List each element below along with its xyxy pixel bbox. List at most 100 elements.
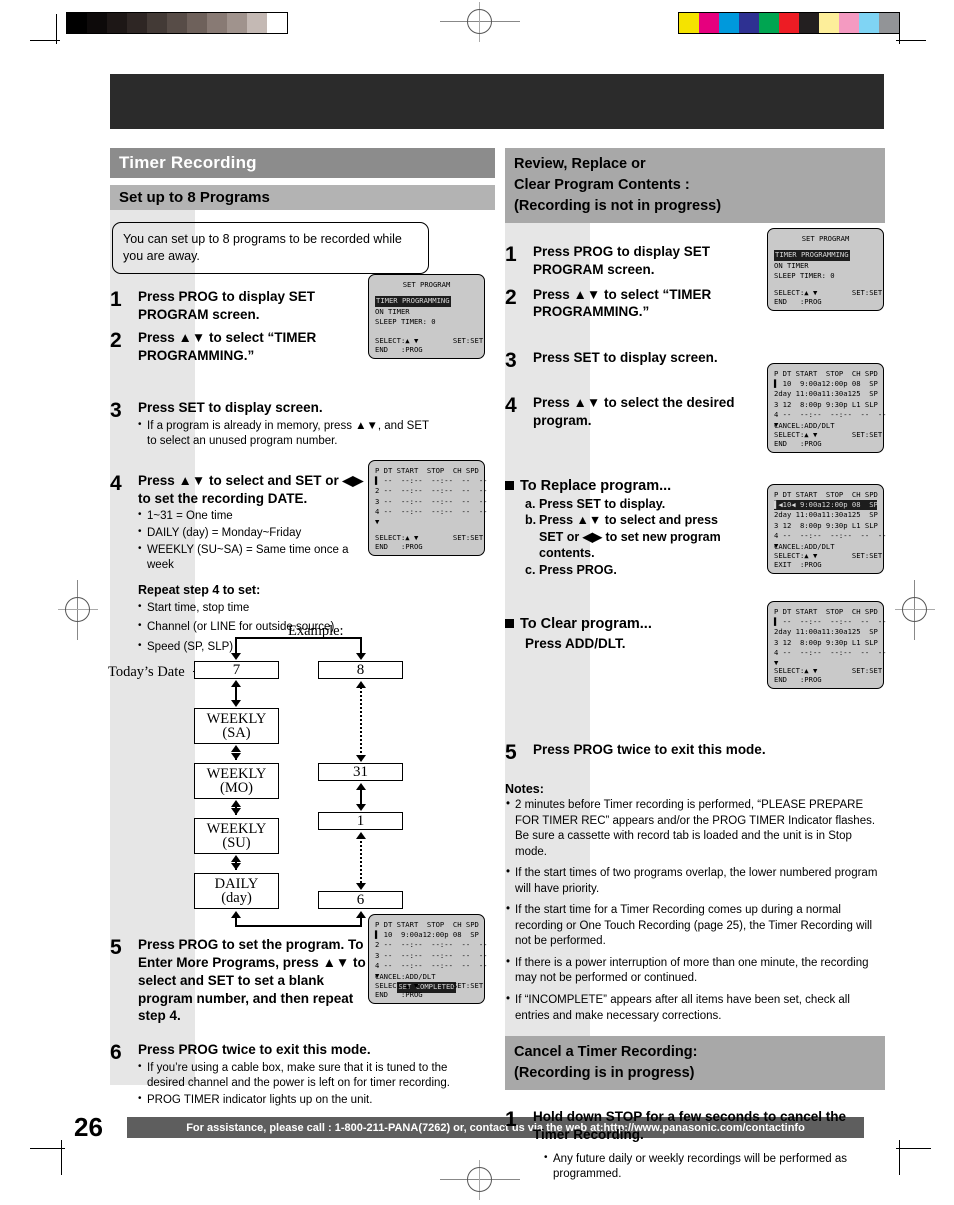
cancel-step-bullets: Any future daily or weekly recordings wi… bbox=[544, 1151, 873, 1183]
intro-callout: You can set up to 8 programs to be recor… bbox=[112, 222, 429, 274]
arrow-down-icon bbox=[231, 653, 241, 661]
gray-swatch-9 bbox=[247, 13, 267, 33]
step-text: Press PROG to set the program. To Enter … bbox=[138, 937, 366, 1024]
step-text: Press PROG to display SET PROGRAM screen… bbox=[138, 288, 316, 322]
step-text: Press ▲▼ to select the desired program. bbox=[533, 395, 735, 429]
lcd-table-row: ▌ -- --:-- --:-- -- -- bbox=[774, 617, 887, 627]
box-label: 6 bbox=[356, 891, 365, 908]
color-calibration-strip bbox=[678, 12, 900, 34]
sub-step-text: Press SET to display. bbox=[539, 496, 666, 511]
repeat-step-label: Repeat step 4 to set: bbox=[138, 582, 261, 597]
lcd-table-head: P DT START STOP CH SPD bbox=[375, 466, 479, 475]
grayscale-calibration-strip bbox=[66, 12, 288, 34]
manual-page: Timer Recording Set up to 8 Programs You… bbox=[0, 0, 954, 1205]
gray-swatch-7 bbox=[207, 13, 227, 33]
left-step-6: 6 Press PROG twice to exit this mode. If… bbox=[110, 1041, 495, 1108]
left-step-3: 3 Press SET to display screen. If a prog… bbox=[110, 399, 495, 450]
color-swatch-0 bbox=[679, 13, 699, 33]
lcd-footer-exit: EXIT :PROG bbox=[774, 559, 822, 569]
right-column: Review, Replace or Clear Program Content… bbox=[505, 148, 887, 1183]
step-6-bullets: If you’re using a cable box, make sure t… bbox=[138, 1060, 468, 1109]
registration-mark-left bbox=[58, 580, 98, 640]
note-item: 2 minutes before Timer recording is perf… bbox=[505, 797, 885, 860]
step-number: 2 bbox=[505, 285, 517, 309]
lcd-table-row: 3 12 8:00p 9:30p L1 SLP bbox=[774, 399, 878, 409]
bullet-item: WEEKLY (SU~SA) = Same time once a week bbox=[138, 541, 373, 574]
lcd-table-row: 3 12 8:00p 9:30p L1 SLP bbox=[774, 637, 878, 647]
section-title-timer-recording: Timer Recording bbox=[110, 148, 495, 178]
date-cycle-diagram: Example: Today’s Date 7 WEEKLY (SA) WEEK… bbox=[108, 623, 500, 928]
color-swatch-9 bbox=[859, 13, 879, 33]
crop-mark-bottom-left bbox=[30, 1140, 65, 1175]
lcd-table-row: 4 -- --:-- --:-- -- -- bbox=[375, 506, 488, 516]
lcd-footer-end: END :PROG bbox=[375, 541, 423, 551]
box-label: 1 bbox=[356, 812, 365, 829]
diagram-box-date-7: 7 bbox=[194, 661, 279, 680]
box-label-line2: (SA) bbox=[222, 725, 251, 742]
lcd-cleared-program: P DT START STOP CH SPD ▌ -- --:-- --:-- … bbox=[767, 601, 887, 689]
bullet-item: 1~31 = One time bbox=[138, 508, 373, 525]
lcd-table-row: 4 -- --:-- --:-- -- -- bbox=[774, 409, 887, 419]
bullet-item: Any future daily or weekly recordings wi… bbox=[544, 1151, 873, 1183]
lcd-table-head: P DT START STOP CH SPD bbox=[375, 920, 479, 929]
step-number: 3 bbox=[505, 349, 517, 373]
right-step-5: 5 Press PROG twice to exit this mode. bbox=[505, 741, 885, 764]
step-number: 4 bbox=[505, 394, 517, 418]
lcd-footer-end: END :PROG bbox=[375, 989, 423, 999]
sub-step-key: a. bbox=[525, 496, 536, 511]
lcd-table-row: ▌ -- --:-- --:-- -- -- bbox=[375, 476, 488, 486]
notes-list: 2 minutes before Timer recording is perf… bbox=[505, 797, 885, 1024]
bullet-item: If you’re using a cable box, make sure t… bbox=[138, 1060, 468, 1092]
square-bullet-icon bbox=[505, 619, 514, 629]
section-title-review-replace-clear: Review, Replace or Clear Program Content… bbox=[505, 148, 885, 224]
header-line-1: Review, Replace or bbox=[514, 156, 646, 172]
bullet-item: DAILY (day) = Monday~Friday bbox=[138, 525, 373, 542]
gray-swatch-8 bbox=[227, 13, 247, 33]
diagram-box-weekly-mo: WEEKLY (MO) bbox=[194, 763, 279, 800]
box-label: 8 bbox=[356, 661, 365, 678]
crop-mark-bottom-right bbox=[896, 1140, 931, 1175]
gray-swatch-3 bbox=[127, 13, 147, 33]
lcd-highlighted-item: TIMER PROGRAMMING bbox=[375, 296, 451, 307]
color-swatch-8 bbox=[839, 13, 859, 33]
step-text: Hold down STOP for a few seconds to canc… bbox=[533, 1109, 847, 1142]
arrow-down-icon bbox=[356, 653, 366, 661]
box-label: 31 bbox=[353, 763, 368, 780]
lcd-table-head: P DT START STOP CH SPD bbox=[774, 490, 878, 499]
bullet-item: PROG TIMER indicator lights up on the un… bbox=[138, 1092, 468, 1109]
lcd-table-row: 4 -- --:-- --:-- -- -- bbox=[375, 960, 488, 970]
diagram-box-date-8: 8 bbox=[318, 661, 403, 680]
step-text: Press ▲▼ to select and SET or ◀▶ to set … bbox=[138, 472, 364, 506]
page-top-black-bar bbox=[110, 74, 884, 129]
lcd-title: SET PROGRAM bbox=[402, 280, 451, 289]
lcd-table-row: 2day 11:00a11:30a125 SP bbox=[774, 389, 878, 399]
cancel-header-line-1: Cancel a Timer Recording: bbox=[514, 1044, 698, 1061]
step-number: 5 bbox=[110, 936, 122, 960]
notes-block: Notes: 2 minutes before Timer recording … bbox=[505, 782, 885, 1024]
diagram-box-date-6: 6 bbox=[318, 891, 403, 910]
lcd-line-sleep-timer: SLEEP TIMER: 0 bbox=[375, 317, 436, 327]
color-swatch-6 bbox=[799, 13, 819, 33]
lcd-table-row-highlighted: ▌◀10◀ 9:00a12:00p 08 SP bbox=[774, 500, 878, 511]
cancel-step-1: 1 Hold down STOP for a few seconds to ca… bbox=[505, 1108, 885, 1183]
step-number: 1 bbox=[505, 243, 517, 267]
lcd-table-row: 4 -- --:-- --:-- -- -- bbox=[774, 647, 887, 657]
step-number: 5 bbox=[505, 741, 517, 765]
bullet-item: If a program is already in memory, press… bbox=[138, 418, 438, 450]
lcd-table-row: 2 -- --:-- --:-- -- -- bbox=[375, 486, 488, 496]
lcd-review-programs: P DT START STOP CH SPD ▌ 10 9:00a12:00p … bbox=[767, 363, 887, 453]
lcd-table-row: ▌ 10 9:00a12:00p 08 SP bbox=[375, 930, 479, 940]
lcd-title: SET PROGRAM bbox=[801, 234, 850, 243]
registration-mark-right bbox=[895, 580, 935, 640]
lcd-table-row: 2day 11:00a11:30a125 SP bbox=[774, 510, 878, 520]
lcd-table-row: 2day 11:00a11:30a125 SP bbox=[774, 627, 878, 637]
step-text: Press PROG twice to exit this mode. bbox=[533, 742, 766, 758]
crop-mark-top-right bbox=[896, 14, 926, 44]
lcd-line-on-timer: ON TIMER bbox=[375, 306, 410, 316]
color-swatch-4 bbox=[759, 13, 779, 33]
lcd-table-row: ▌ 10 9:00a12:00p 08 SP bbox=[774, 379, 878, 389]
gray-swatch-6 bbox=[187, 13, 207, 33]
gray-swatch-0 bbox=[67, 13, 87, 33]
box-label-line1: WEEKLY bbox=[206, 820, 267, 837]
section-title-cancel-timer-recording: Cancel a Timer Recording: (Recording is … bbox=[505, 1036, 885, 1091]
